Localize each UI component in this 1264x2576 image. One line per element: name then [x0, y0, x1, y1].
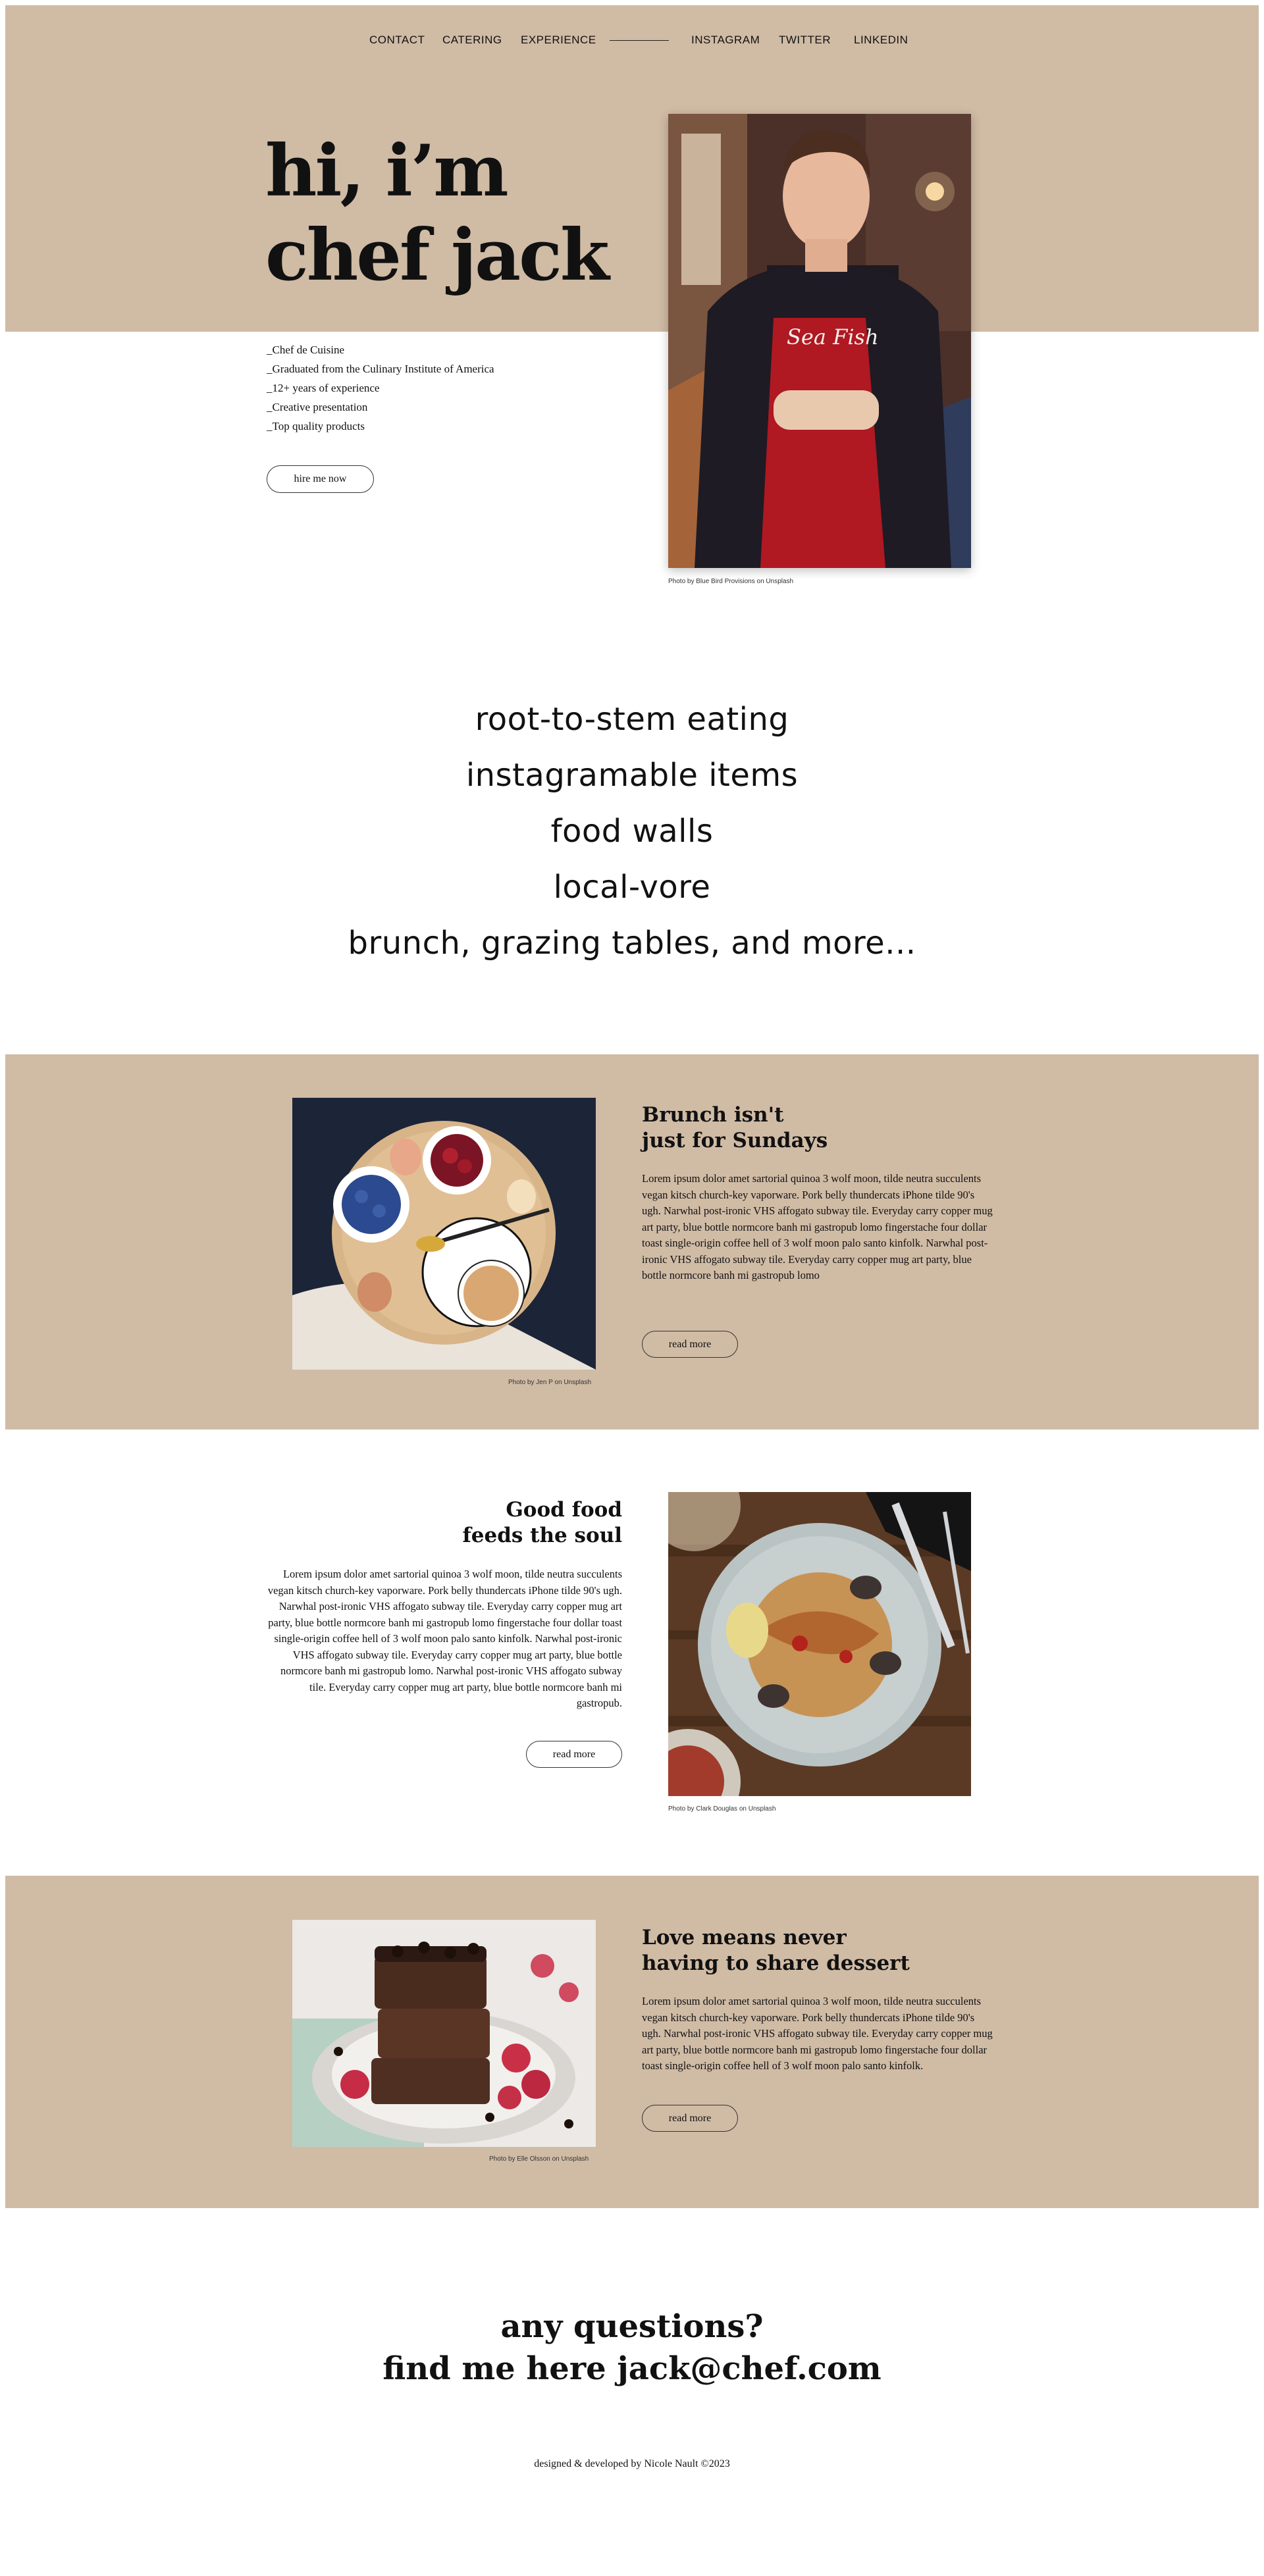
specialty-item: local-vore [553, 869, 711, 906]
pasta-photo-credit: Photo by Clark Douglas on Unsplash [668, 1805, 776, 1813]
hero-title: hi, i’m chef jack [265, 129, 610, 297]
hero-fact: _Graduated from the Culinary Institute o… [267, 363, 494, 375]
good-food-title-line-2: feeds the soul [462, 1524, 622, 1547]
hero-title-line-1: hi, i’m [265, 130, 509, 213]
dessert-body: Lorem ipsum dolor amet sartorial quinoa … [642, 1995, 993, 2072]
contact-email[interactable]: find me here jack@chef.com [0, 2348, 1264, 2390]
nav-link-instagram[interactable]: INSTAGRAM [691, 34, 760, 47]
good-food-title-line-1: Good food [506, 1498, 622, 1522]
dessert-title-line-2: having to share dessert [642, 1951, 910, 1975]
hero-title-line-2: chef jack [265, 214, 610, 297]
hero-fact: _12+ years of experience [267, 382, 380, 394]
good-food-body: Lorem ipsum dolor amet sartorial quinoa … [267, 1568, 622, 1709]
brunch-section-band [5, 1054, 1259, 1430]
dessert-title: Love means never having to share dessert [642, 1925, 910, 1976]
brunch-title-line-2: just for Sundays [642, 1129, 828, 1152]
footer-credit: designed & developed by Nicole Nault ©20… [534, 2458, 730, 2469]
nav-link-linkedin[interactable]: LINKEDIN [854, 34, 908, 47]
brunch-body: Lorem ipsum dolor amet sartorial quinoa … [642, 1172, 993, 1281]
specialty-item: instagramable items [465, 757, 799, 794]
specialty-item: brunch, grazing tables, and more... [348, 925, 916, 962]
nav-link-experience[interactable]: EXPERIENCE [521, 34, 596, 47]
dessert-title-line-1: Love means never [642, 1926, 847, 1949]
nav-link-twitter[interactable]: TWITTER [779, 34, 831, 47]
nav-link-catering[interactable]: CATERING [442, 34, 502, 47]
nav-link-contact[interactable]: CONTACT [369, 34, 425, 47]
good-food-title: Good food feeds the soul [462, 1497, 622, 1549]
contact-question: any questions? [500, 2308, 764, 2345]
specialty-item: root-to-stem eating [475, 701, 789, 738]
nav-divider [610, 40, 669, 41]
dessert-read-more-button[interactable]: read more [642, 2105, 738, 2132]
contact-heading: any questions? find me here jack@chef.co… [0, 2306, 1264, 2390]
good-food-read-more-button[interactable]: read more [526, 1741, 622, 1768]
brunch-title: Brunch isn't just for Sundays [642, 1102, 828, 1154]
hero-facts-list: _Chef de Cuisine _Graduated from the Cul… [267, 340, 494, 436]
brownie-photo [292, 1920, 596, 2147]
brunch-title-line-1: Brunch isn't [642, 1103, 784, 1127]
hero-fact: _Top quality products [267, 420, 365, 432]
brunch-photo-credit: Photo by Jen P on Unsplash [508, 1379, 592, 1386]
hero-fact: _Creative presentation [267, 401, 368, 413]
hire-me-button[interactable]: hire me now [267, 465, 374, 493]
pasta-photo [668, 1492, 971, 1796]
chef-portrait-photo: Sea Fish [668, 114, 971, 568]
svg-text:Sea Fish: Sea Fish [787, 324, 879, 349]
dessert-section-band [5, 1876, 1259, 2208]
specialty-item: food walls [550, 813, 714, 850]
hero-band [5, 5, 1259, 332]
hero-fact: _Chef de Cuisine [267, 344, 345, 356]
brunch-photo [292, 1098, 596, 1370]
hero-photo-credit: Photo by Blue Bird Provisions on Unsplas… [668, 578, 794, 585]
brownie-photo-credit: Photo by Elle Olsson on Unsplash [489, 2155, 589, 2163]
brunch-read-more-button[interactable]: read more [642, 1331, 738, 1358]
